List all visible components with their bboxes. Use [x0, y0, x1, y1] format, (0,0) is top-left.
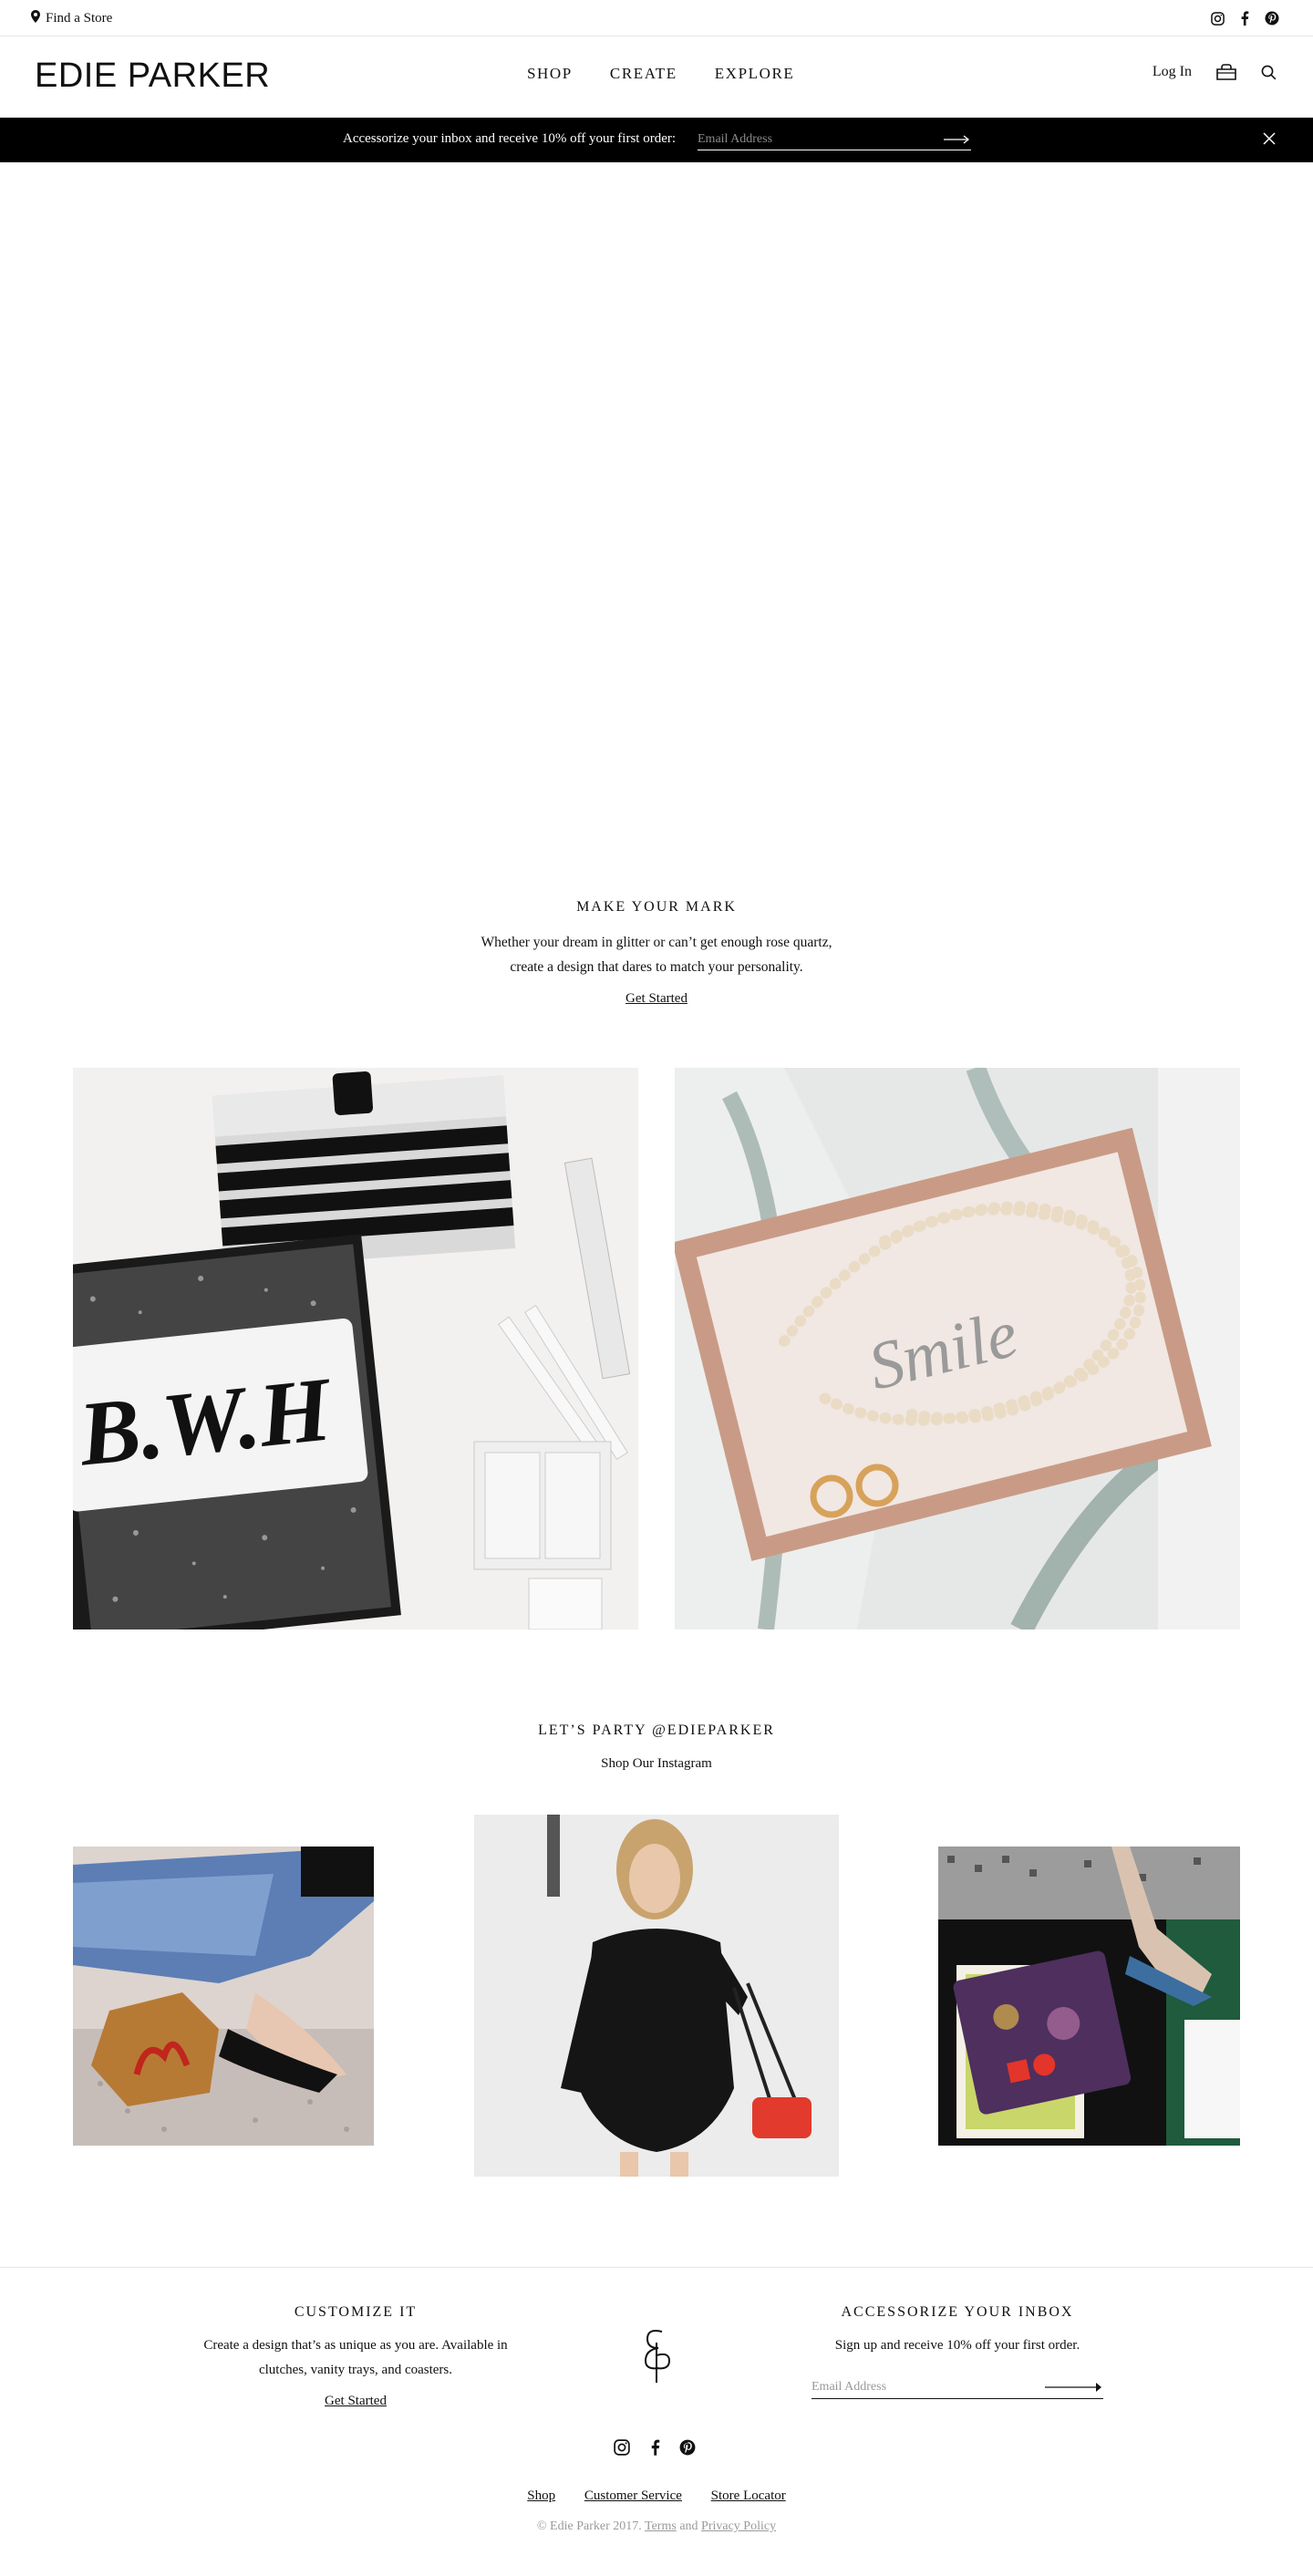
footer-inbox-title: ACCESSORIZE YOUR INBOX: [841, 2304, 1074, 2320]
footer-customize-title: CUSTOMIZE IT: [294, 2304, 418, 2320]
instagram-post-2[interactable]: [474, 1815, 839, 2177]
site-logo[interactable]: EDIE PARKER: [35, 57, 270, 96]
site-header: EDIE PARKER SHOP CREATE EXPLORE Log In: [0, 36, 1313, 118]
vanity-tray-illustration: Smile: [675, 1068, 1240, 1629]
find-store-label: Find a Store: [46, 11, 113, 26]
arrow-right-icon: [1045, 2383, 1101, 2392]
make-your-mark-title: MAKE YOUR MARK: [576, 899, 737, 915]
privacy-policy-link[interactable]: Privacy Policy: [701, 2519, 776, 2533]
close-icon: [1263, 131, 1276, 145]
copyright: © Edie Parker 2017. Terms and Privacy Po…: [0, 2519, 1313, 2534]
instagram-icon[interactable]: [614, 2439, 630, 2456]
bag-icon[interactable]: [1215, 64, 1237, 80]
ep-monogram-logo: [644, 2330, 671, 2383]
nav-explore[interactable]: EXPLORE: [715, 65, 795, 83]
clutch-notebook-illustration: B.W.H: [73, 1068, 638, 1629]
hero-banner: [0, 162, 1313, 855]
footer-customize: CUSTOMIZE IT Create a design that’s as u…: [182, 2304, 529, 2409]
footer-social-links: [614, 2439, 696, 2456]
instagram-icon[interactable]: [1209, 10, 1225, 26]
terms-link[interactable]: Terms: [645, 2519, 677, 2533]
footer-inbox-text: Sign up and receive 10% off your first o…: [834, 2338, 1080, 2353]
facebook-icon[interactable]: [1236, 10, 1253, 26]
feature-image-tray[interactable]: Smile: [675, 1068, 1240, 1629]
copyright-text: © Edie Parker 2017.: [536, 2519, 642, 2533]
footer-inbox: ACCESSORIZE YOUR INBOX Sign up and recei…: [802, 2304, 1112, 2358]
login-link[interactable]: Log In: [1153, 64, 1192, 80]
promo-close-button[interactable]: [1260, 130, 1278, 149]
search-icon[interactable]: [1261, 65, 1277, 80]
instagram-title: LET’S PARTY @EDIEPARKER: [538, 1723, 775, 1738]
instagram-photo-glitter-clutch: [938, 1847, 1240, 2146]
facebook-icon[interactable]: [646, 2439, 663, 2456]
make-your-mark-cta: Get Started: [0, 991, 1313, 1007]
footer-get-started-link[interactable]: Get Started: [325, 2394, 387, 2409]
shop-instagram-link[interactable]: Shop Our Instagram: [601, 1756, 712, 1771]
footer-link-store-locator[interactable]: Store Locator: [711, 2488, 786, 2503]
get-started-link[interactable]: Get Started: [625, 991, 688, 1006]
footer-customize-line-1: Create a design that’s as unique as you …: [203, 2338, 508, 2353]
instagram-photo-woman-red-bag: [474, 1815, 839, 2177]
arrow-right-icon: [944, 135, 970, 144]
header-actions: Log In: [1153, 64, 1277, 80]
site-footer: CUSTOMIZE IT Create a design that’s as u…: [0, 2267, 1313, 2576]
feature-image-clutch[interactable]: B.W.H: [73, 1068, 638, 1629]
pinterest-icon[interactable]: [1264, 10, 1280, 26]
instagram-post-3[interactable]: [938, 1847, 1240, 2146]
promo-submit-button[interactable]: [944, 130, 971, 149]
footer-link-shop[interactable]: Shop: [527, 2488, 555, 2503]
top-social-links: [1209, 10, 1280, 26]
nav-shop[interactable]: SHOP: [527, 65, 573, 83]
make-your-mark-line-1: Whether your dream in glitter or can’t g…: [481, 935, 832, 950]
instagram-subtitle-wrap: Shop Our Instagram: [0, 1756, 1313, 1772]
promo-banner: Accessorize your inbox and receive 10% o…: [0, 118, 1313, 162]
make-your-mark-body: Whether your dream in glitter or can’t g…: [0, 930, 1313, 979]
footer-customize-line-2: clutches, vanity trays, and coasters.: [258, 2363, 452, 2377]
promo-email-input[interactable]: [698, 129, 971, 150]
utility-bar: Find a Store: [0, 0, 1313, 36]
footer-links: Shop Customer Service Store Locator: [0, 2488, 1313, 2504]
pinterest-icon[interactable]: [679, 2439, 696, 2456]
footer-email-submit[interactable]: [1045, 2377, 1103, 2397]
make-your-mark-line-2: create a design that dares to match your…: [510, 959, 803, 975]
location-pin-icon: [31, 10, 40, 27]
instagram-post-1[interactable]: [73, 1847, 374, 2146]
copyright-and: and: [679, 2519, 698, 2533]
footer-link-customer-service[interactable]: Customer Service: [584, 2488, 682, 2503]
promo-text: Accessorize your inbox and receive 10% o…: [343, 131, 677, 146]
main-nav: SHOP CREATE EXPLORE: [527, 65, 794, 83]
nav-create[interactable]: CREATE: [610, 65, 677, 83]
instagram-photo-flame-clutch: [73, 1847, 374, 2146]
find-store-link[interactable]: Find a Store: [31, 10, 112, 27]
